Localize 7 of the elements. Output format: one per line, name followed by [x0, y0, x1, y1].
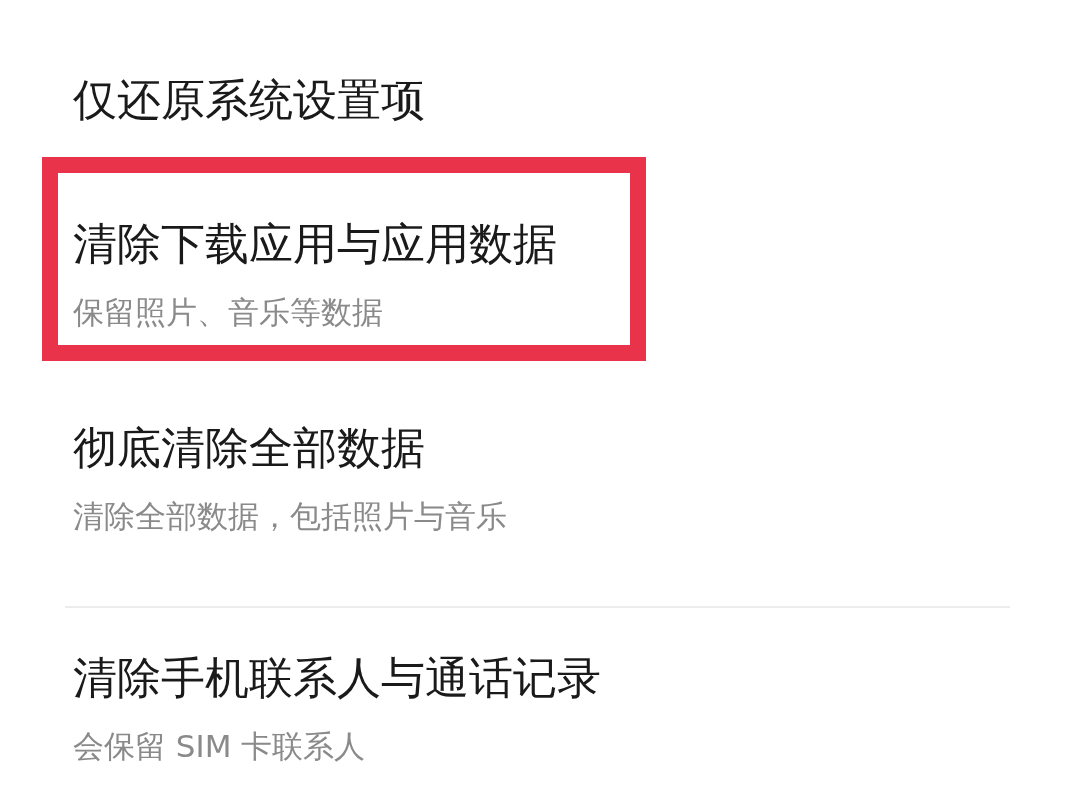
option-title[interactable]: 彻底清除全部数据 [73, 418, 614, 478]
option-title[interactable]: 清除手机联系人与通话记录 [73, 648, 614, 708]
option-title[interactable]: 仅还原系统设置项 [73, 70, 614, 130]
option-title[interactable]: 清除下载应用与应用数据 [73, 214, 614, 274]
option-description: 会保留 SIM 卡联系人 [73, 727, 367, 766]
option-description: 清除全部数据，包括照片与音乐 [73, 497, 508, 536]
option-description: 保留照片、音乐等数据 [73, 293, 384, 332]
